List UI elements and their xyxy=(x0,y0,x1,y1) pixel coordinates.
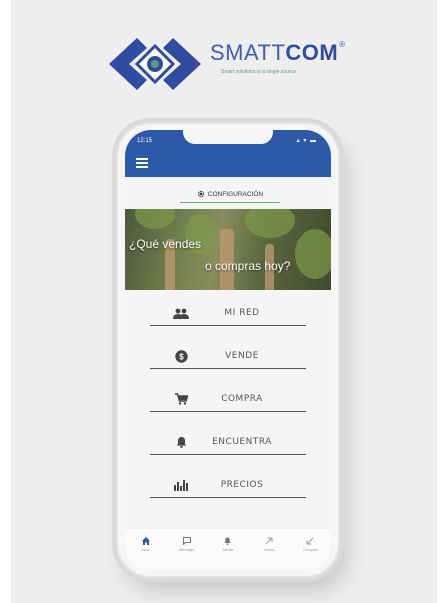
config-label: CONFIGURACIÓN xyxy=(207,190,264,198)
bottom-nav: Inicio Mensajes Alertas Ventas Compras xyxy=(125,528,331,570)
menu-item-encuentra[interactable]: ENCUENTRA xyxy=(150,430,306,455)
banner-line-2: o compras hoy? xyxy=(205,259,291,273)
arrow-up-right-icon xyxy=(265,537,273,545)
home-icon xyxy=(141,537,150,545)
menu-item-precios[interactable]: PRECIOS xyxy=(150,473,306,498)
config-button[interactable]: CONFIGURACIÓN xyxy=(180,186,280,203)
bell-icon xyxy=(224,537,232,545)
nav-item-ventas[interactable]: Ventas xyxy=(251,529,287,570)
status-time: 12:15 xyxy=(137,138,153,144)
phone-mockup: 12:15 ▴ ▾ ▬ CONFIGURACIÓN ¿Qué vendes o … xyxy=(118,124,338,576)
logo-mark-icon xyxy=(109,38,201,90)
nav-item-compras[interactable]: Compras xyxy=(292,529,328,570)
hamburger-menu-icon[interactable] xyxy=(136,158,148,168)
menu-item-mi-red[interactable]: MI RED xyxy=(150,301,306,326)
banner-line-1: ¿Qué vendes xyxy=(129,237,202,251)
menu-item-compra[interactable]: COMPRA xyxy=(150,387,306,412)
brand-tagline: Smart solutions in a single source xyxy=(221,69,296,75)
phone-side-button xyxy=(340,250,343,290)
battery-icon: ▬ xyxy=(310,138,317,144)
nav-label: Ventas xyxy=(263,548,275,552)
menu-label: VENDE xyxy=(225,351,259,361)
arrow-down-left-icon xyxy=(306,537,314,545)
signal-icon: ▴ xyxy=(296,138,301,144)
brand-name: SMATTCOM® xyxy=(210,40,346,65)
menu-label: ENCUENTRA xyxy=(212,437,272,447)
nav-label: Alertas xyxy=(222,548,234,552)
smattcom-logo: SMATTCOM® Smart solutions in a single so… xyxy=(109,34,349,96)
nav-item-mensajes[interactable]: Mensajes xyxy=(169,529,205,570)
menu-label: MI RED xyxy=(224,308,260,318)
wifi-icon: ▾ xyxy=(303,138,308,144)
phone-notch xyxy=(183,130,273,144)
menu-label: COMPRA xyxy=(221,394,263,404)
nav-item-alertas[interactable]: Alertas xyxy=(210,529,246,570)
nav-label: Mensajes xyxy=(179,548,195,552)
gear-icon xyxy=(197,190,205,198)
menu-item-vende[interactable]: $ VENDE xyxy=(150,344,306,369)
phone-screen: 12:15 ▴ ▾ ▬ CONFIGURACIÓN ¿Qué vendes o … xyxy=(125,130,331,570)
banner-image: ¿Qué vendes o compras hoy? xyxy=(125,209,331,290)
nav-label: Compras xyxy=(303,548,318,552)
app-bar: 12:15 ▴ ▾ ▬ xyxy=(125,130,331,177)
message-icon xyxy=(182,537,191,545)
nav-item-inicio[interactable]: Inicio xyxy=(128,529,164,570)
status-icons: ▴ ▾ ▬ xyxy=(297,137,317,144)
menu-label: PRECIOS xyxy=(220,480,264,490)
nav-label: Inicio xyxy=(141,548,150,552)
